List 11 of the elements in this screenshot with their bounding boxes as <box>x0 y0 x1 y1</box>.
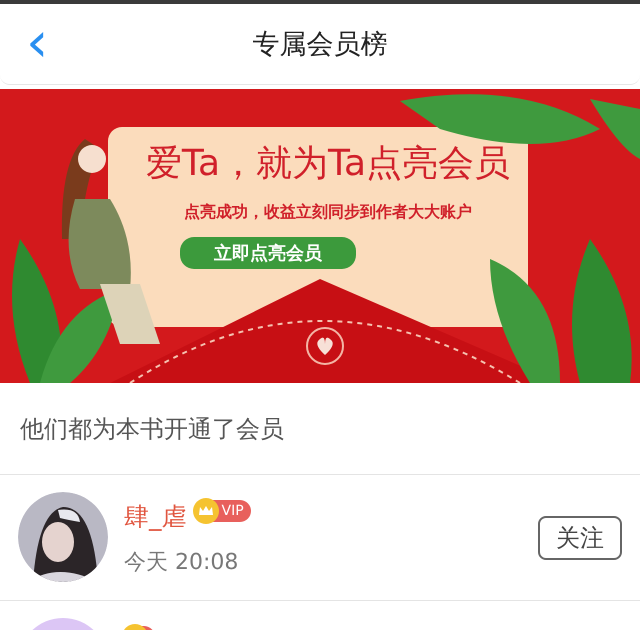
activate-membership-button[interactable]: 立即点亮会员 <box>180 237 356 269</box>
section-title: 他们都为本书开通了会员 <box>0 383 640 475</box>
member-name[interactable]: 肆_虐 <box>124 500 186 533</box>
member-row[interactable]: 肆_虐 VIP 今天 20:08 关注 <box>0 475 640 601</box>
timestamp: 今天 20:08 <box>124 549 240 577</box>
follow-button[interactable]: 关注 <box>538 516 622 560</box>
banner-headline: 爱Ta，就为Ta点亮会员 <box>146 142 510 186</box>
page-title: 专属会员榜 <box>252 28 388 62</box>
banner-subtitle: 点亮成功，收益立刻同步到作者大大账户 <box>184 202 472 223</box>
back-button[interactable]: ‹ <box>18 18 56 68</box>
vip-badge: VIP <box>194 500 251 522</box>
